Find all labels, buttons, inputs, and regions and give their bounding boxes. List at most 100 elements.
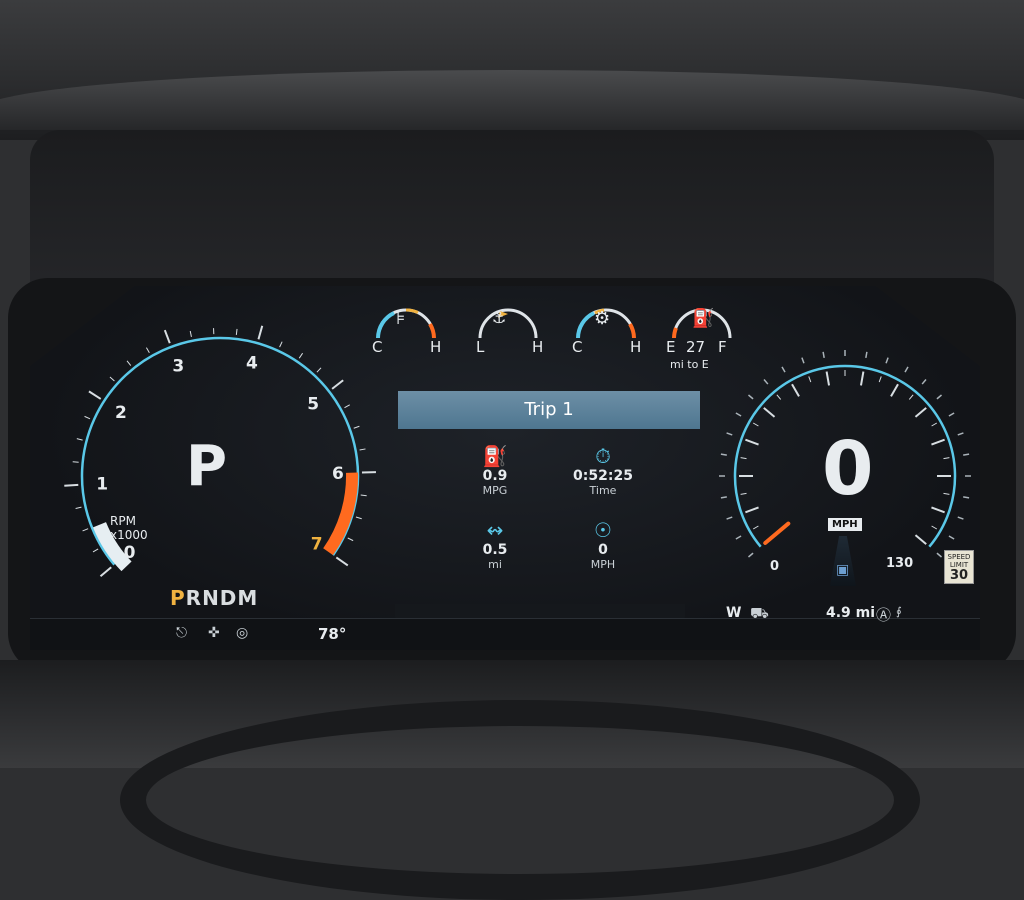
fuel-empty-label: E bbox=[666, 338, 675, 356]
speedometer-tick bbox=[891, 384, 898, 396]
gear-selector-selected: P bbox=[170, 586, 186, 610]
car-ahead-icon: ▣ bbox=[836, 562, 849, 578]
tachometer-redline-arc bbox=[328, 473, 352, 552]
fuel-pump-icon: ⛽ bbox=[692, 308, 714, 329]
cruise-status-icon: ∮ bbox=[896, 605, 902, 618]
speedometer-outer-tick bbox=[802, 358, 804, 364]
tachometer-label: 1 bbox=[96, 474, 108, 494]
speed-limit-label-line1: SPEED bbox=[945, 553, 973, 561]
transmission-temp-gauge: ⚙ C H bbox=[568, 288, 644, 360]
tachometer-tick bbox=[77, 439, 83, 441]
trip-stat-time: ⏱ 0:52:25 Time bbox=[558, 444, 648, 497]
oil-can-icon: ⚓ bbox=[492, 308, 506, 327]
tachometer-label: 5 bbox=[307, 395, 319, 415]
odometer-trip-distance: 4.9 mi bbox=[826, 605, 875, 621]
tachometer-tick bbox=[236, 329, 237, 335]
speedometer-tick bbox=[753, 526, 758, 529]
tachometer-label: 0 bbox=[124, 543, 136, 563]
speed-limit-value: 30 bbox=[945, 569, 973, 583]
tachometer-label: 6 bbox=[332, 464, 344, 484]
tachometer-tick bbox=[100, 567, 111, 576]
oil-high-label: H bbox=[532, 338, 543, 356]
speedometer-tick bbox=[931, 507, 944, 512]
coolant-low-label: C bbox=[372, 338, 382, 356]
speedometer-outer-tick bbox=[736, 536, 741, 539]
trip-stat-distance: ↭ 0.5 mi bbox=[450, 518, 540, 571]
tachometer-tick bbox=[336, 557, 347, 565]
fuel-full-label: F bbox=[718, 338, 727, 356]
transmission-low-label: C bbox=[572, 338, 582, 356]
speedometer-tick bbox=[931, 440, 944, 445]
fuel-range-unit: mi to E bbox=[670, 358, 709, 371]
steering-wheel-rim bbox=[120, 700, 920, 900]
speedometer-tick bbox=[792, 384, 799, 396]
speedometer-outer-tick bbox=[764, 379, 768, 384]
speedometer-tick bbox=[861, 372, 863, 386]
speedometer-outer-tick bbox=[958, 433, 964, 435]
speedometer-outer-tick bbox=[958, 517, 964, 519]
tachometer-tick bbox=[64, 485, 78, 486]
status-strip: ⎋ ✜ ◎ 78° W ⛟ 4.9 mi Ⓐ ∮ bbox=[30, 618, 980, 650]
speedometer-tick bbox=[932, 423, 937, 426]
tachometer-tick bbox=[344, 405, 349, 408]
speedometer-outer-tick bbox=[963, 497, 969, 498]
speedometer-tick bbox=[915, 408, 926, 417]
speedometer-outer-tick bbox=[727, 433, 733, 435]
wiper-icon: ✜ bbox=[208, 625, 220, 641]
coolant-gauge: ⊧ C H bbox=[368, 288, 444, 360]
tachometer-tick bbox=[356, 517, 362, 519]
distance-route-icon: ↭ bbox=[450, 518, 540, 542]
tachometer-tick bbox=[89, 391, 101, 399]
trip-speed-value: 0 bbox=[558, 542, 648, 558]
tachometer-label: 7 bbox=[311, 535, 323, 555]
speedometer-min-label: 0 bbox=[770, 559, 779, 574]
speedometer-outer-tick bbox=[823, 352, 824, 358]
oil-pressure-gauge: ⚓ L H bbox=[470, 288, 546, 360]
speedometer-tick bbox=[745, 507, 758, 512]
tachometer-tick bbox=[317, 368, 321, 372]
trip-time-value: 0:52:25 bbox=[558, 468, 648, 484]
tachometer-tick bbox=[85, 416, 90, 418]
speedometer-outer-tick bbox=[937, 553, 942, 557]
steering-wheel-icon: ◎ bbox=[236, 625, 248, 641]
trip-mpg-value: 0.9 bbox=[450, 468, 540, 484]
speedometer-tick bbox=[741, 458, 747, 459]
tachometer-tick bbox=[146, 348, 149, 353]
speedometer-tick bbox=[745, 440, 758, 445]
rpm-multiplier-label: x1000 bbox=[110, 528, 148, 542]
tachometer-tick bbox=[332, 380, 343, 389]
fuel-range-value: 27 bbox=[686, 338, 705, 356]
speedometer-outer-tick bbox=[937, 395, 942, 399]
trip-title-bar: Trip 1 bbox=[398, 391, 700, 429]
tachometer-tick bbox=[76, 507, 82, 508]
outside-temperature: 78° bbox=[318, 625, 346, 643]
tachometer-tick bbox=[73, 462, 79, 463]
oil-low-label: L bbox=[476, 338, 484, 356]
traction-control-off-icon: ⎋ bbox=[176, 625, 187, 641]
tachometer-tick bbox=[280, 342, 283, 347]
speedometer-outer-tick bbox=[721, 497, 727, 498]
tachometer-tick bbox=[93, 549, 98, 552]
speedometer-tick bbox=[827, 372, 829, 386]
speed-unit-badge: MPH bbox=[828, 518, 862, 531]
speedometer-outer-tick bbox=[886, 358, 888, 364]
trip-mpg-label: MPG bbox=[450, 484, 540, 497]
speedometer-tick bbox=[915, 535, 926, 544]
speedometer-outer-tick bbox=[721, 454, 727, 455]
speedometer-outer-tick bbox=[727, 517, 733, 519]
trip-stat-average-speed: ☉ 0 MPH bbox=[558, 518, 648, 571]
speedometer-tick bbox=[909, 395, 913, 400]
average-speed-icon: ☉ bbox=[558, 518, 648, 542]
trip-speed-label: MPH bbox=[558, 558, 648, 571]
speedometer-outer-tick bbox=[949, 413, 954, 416]
speed-limit-sign: SPEED LIMIT 30 bbox=[944, 550, 974, 584]
speedometer-tick bbox=[932, 526, 937, 529]
speed-readout: 0 bbox=[822, 426, 874, 512]
speedometer-outer-tick bbox=[949, 536, 954, 539]
tachometer-tick bbox=[110, 377, 114, 381]
speedometer-outer-tick bbox=[963, 454, 969, 455]
tachometer-tick bbox=[360, 449, 366, 450]
compass-heading: W bbox=[726, 605, 741, 621]
coolant-high-label: H bbox=[430, 338, 441, 356]
transmission-gear-icon: ⚙ bbox=[594, 308, 610, 329]
